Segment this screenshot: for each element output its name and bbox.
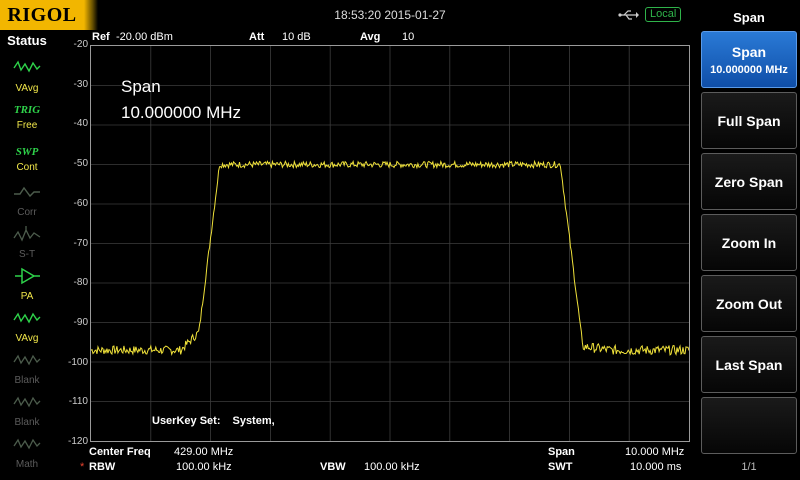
center-freq-value[interactable]: 429.00 MHz [174,446,233,458]
menu-title: Span [733,10,765,25]
status-trace-math[interactable]: Math [6,434,48,470]
video-average-icon [13,60,41,73]
zero-span-softkey[interactable]: Zero Span [701,153,797,210]
sweep-icon: SWP [15,146,39,158]
rbw-label: RBW [89,461,116,473]
zoom-out-softkey[interactable]: Zoom Out [701,275,797,332]
source-tracking-icon [13,226,41,242]
swt-value[interactable]: 10.000 ms [630,461,681,473]
full-span-softkey[interactable]: Full Span [701,92,797,149]
status-column: Status VAvg TRIG Free SWP Cont Corr S-T … [0,30,54,480]
logo-gradient [84,0,98,30]
y-tick-label: -40 [73,118,88,130]
y-tick-label: -90 [73,316,88,328]
ref-value[interactable]: -20.00 dBm [116,31,173,43]
y-tick-label: -30 [73,78,88,90]
y-tick-label: -80 [73,277,88,289]
y-tick-label: -100 [67,356,88,368]
blank-trace-icon [13,396,41,408]
top-bar: RIGOL 18:53:20 2015-01-27 Local [0,0,698,30]
status-trace-blank-1[interactable]: Blank [6,350,48,386]
status-trace-blank-2[interactable]: Blank [6,392,48,428]
zoom-in-softkey[interactable]: Zoom In [701,214,797,271]
y-tick-label: -110 [68,396,88,408]
datetime-display: 18:53:20 2015-01-27 [334,8,446,22]
trace-avg-icon [13,312,41,324]
status-source-tracking[interactable]: S-T [6,224,48,260]
y-tick-label: -70 [73,237,88,249]
center-freq-label: Center Freq [89,446,151,458]
rbw-value[interactable]: 100.00 kHz [176,461,232,473]
span-label: Span [548,446,575,458]
swt-label: SWT [548,461,573,473]
avg-label: Avg [360,31,381,43]
y-tick-label: -20 [73,39,88,50]
softkey-menu: Span Span 10.000000 MHz Full Span Zero S… [698,0,800,480]
status-video-average[interactable]: VAvg [6,58,48,94]
preamp-icon [15,267,40,285]
status-preamp[interactable]: PA [6,266,48,302]
bottom-info-bar: Center Freq 429.00 MHz * RBW 100.00 kHz … [80,446,692,480]
rbw-manual-marker: * [80,461,85,473]
ref-label: Ref [92,31,110,43]
status-trace-average[interactable]: VAvg [6,308,48,344]
usb-icon [618,10,639,20]
trigger-icon: TRIG [13,104,41,116]
span-value[interactable]: 10.000 MHz [625,446,684,458]
active-parameter-name: Span [121,77,161,96]
status-correction[interactable]: Corr [6,182,48,218]
menu-page-indicator: 1/1 [741,461,757,473]
y-tick-label: -50 [73,158,88,170]
active-parameter-overlay: Span 10.000000 MHz [121,74,241,126]
correction-icon [14,186,40,198]
userkey-value: System, [232,415,275,427]
active-parameter-value: 10.000000 MHz [121,103,242,122]
status-trigger[interactable]: TRIG Free [6,100,48,136]
status-title: Status [7,33,47,48]
blank-trace-icon [13,354,41,366]
userkey-status: UserKey Set: System, [152,415,287,427]
att-value[interactable]: 10 dB [282,31,311,43]
status-sweep[interactable]: SWP Cont [6,142,48,178]
userkey-label: UserKey Set: [152,415,221,427]
vbw-label: VBW [320,461,346,473]
y-axis-labels: -20 -30 -40 -50 -60 -70 -80 -90 -100 -110 -120 [54,30,90,450]
measurement-header: Ref -20.00 dBm Att 10 dB Avg 10 [92,31,692,44]
att-label: Att [249,31,265,43]
vbw-value[interactable]: 100.00 kHz [364,461,420,473]
last-span-softkey[interactable]: Last Span [701,336,797,393]
remote-local-badge: Local [645,7,682,22]
empty-softkey[interactable] [701,397,797,454]
math-trace-icon [13,438,41,450]
span-softkey[interactable]: Span 10.000000 MHz [701,31,797,88]
y-tick-label: -60 [73,197,88,209]
brand-logo: RIGOL [0,0,84,30]
avg-value[interactable]: 10 [402,31,414,43]
